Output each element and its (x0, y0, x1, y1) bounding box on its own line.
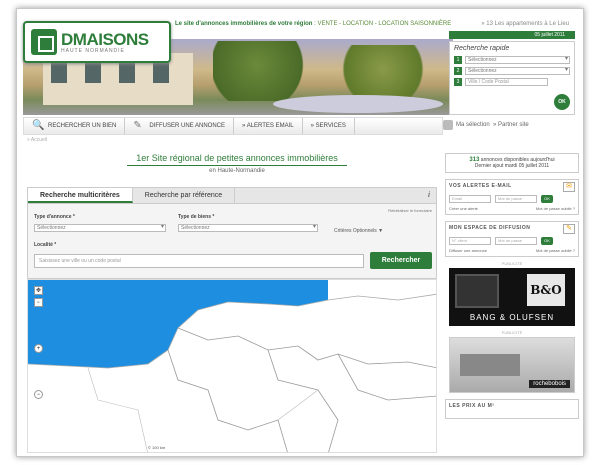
pan-icon[interactable]: ✥ (34, 286, 43, 295)
zoom-in-button[interactable]: + (34, 344, 43, 353)
quick-search-box: Recherche rapide 1 Sélectionnez 2 Sélect… (449, 41, 575, 115)
site-tagline: Le site d'annonces immobilières de votre… (175, 21, 452, 27)
page-frame: DMAISONS HAUTE NORMANDIE Le site d'annon… (16, 8, 584, 457)
breadcrumb[interactable]: » Accueil (27, 137, 47, 143)
quick-search-title: Recherche rapide (454, 45, 510, 52)
post-ad-link[interactable]: Diffuser une annonce (449, 248, 487, 253)
diffusion-ok-button[interactable]: OK (541, 237, 553, 245)
email-alerts-box: VOS ALERTES E-MAIL ✉ Email Mot de passe … (445, 179, 579, 215)
sofa-image (460, 354, 520, 376)
zoom-out-button[interactable]: − (34, 390, 43, 399)
search-panel: Recherche multicritères Recherche par ré… (27, 187, 437, 279)
optional-criteria-toggle[interactable]: Critères Optionnels ▼ (334, 228, 383, 234)
folder-icon (443, 120, 453, 130)
tab-reference[interactable]: Recherche par référence (133, 188, 236, 203)
logo-name: DMAISONS (61, 29, 149, 49)
alerts-email-input[interactable]: Email (449, 195, 491, 203)
type-annonce-select[interactable]: Sélectionnez (34, 224, 166, 232)
type-annonce-label: Type d'annonce * (34, 214, 75, 220)
quick-property-select[interactable]: Sélectionnez (465, 67, 570, 75)
search-house-icon: 🔍 (32, 120, 45, 131)
rochebobois-logo: rochebobois (529, 380, 570, 388)
logo-mark (31, 29, 57, 55)
headline-title: Site régional de petites annonces immobi… (151, 153, 338, 163)
site-logo[interactable]: DMAISONS HAUTE NORMANDIE (23, 21, 171, 63)
main-nav: 🔍 RECHERCHER UN BIEN ✎ DIFFUSER UNE ANNO… (23, 117, 443, 135)
tv-image (455, 274, 499, 308)
ad-label: PUBLICITÉ (501, 330, 523, 335)
alerts-title: VOS ALERTES E-MAIL (449, 183, 512, 189)
diffusion-space-box: MON ESPACE DE DIFFUSION ✎ N° client Mot … (445, 221, 579, 257)
search-button[interactable]: Rechercher (370, 252, 432, 269)
sea-area (28, 280, 328, 368)
info-icon[interactable]: i (422, 188, 436, 203)
quick-ok-button[interactable]: OK (554, 94, 570, 110)
bang-olufsen-ad[interactable]: B&O BANG & OLUFSEN (449, 268, 575, 326)
listings-count-box: 313 annonces disponibles aujourd'hui Der… (445, 153, 579, 173)
step-number: 1 (454, 56, 462, 64)
map-scale: © 100 km (148, 445, 166, 450)
localite-input[interactable]: Saisissez une ville ou un code postal (34, 254, 364, 268)
ad-brand-text: BANG & OLUFSEN (469, 313, 555, 322)
diffusion-title: MON ESPACE DE DIFFUSION (449, 225, 531, 231)
nav-post-ad-label: DIFFUSER UNE ANNONCE (149, 123, 226, 129)
create-alert-link[interactable]: Créer une alerte (449, 206, 478, 211)
diffusion-forgot-password-link[interactable]: Mot de passe oublié ? (536, 248, 575, 253)
page-headline: 1er Site régional de petites annonces im… (117, 153, 357, 174)
nav-services-label: » SERVICES (310, 123, 346, 129)
diffusion-password-input[interactable]: Mot de passe (495, 237, 537, 245)
partner-link[interactable]: » Partner site (493, 122, 529, 128)
nav-search[interactable]: 🔍 RECHERCHER UN BIEN (24, 118, 126, 134)
alerts-ok-button[interactable]: OK (541, 195, 553, 203)
alerts-forgot-password-link[interactable]: Mot de passe oublié ? (536, 206, 575, 211)
headline-prefix: 1er (136, 153, 152, 163)
my-selection-link[interactable]: Ma sélection » Partner site (443, 120, 529, 130)
price-per-m2-box: LES PRIX AU M² (445, 399, 579, 419)
alerts-password-input[interactable]: Mot de passe (495, 195, 537, 203)
tab-multicriteria[interactable]: Recherche multicritères (28, 188, 133, 203)
step-number: 3 (454, 78, 462, 86)
quick-city-input[interactable]: Ville / Code Postal (465, 78, 548, 86)
nav-search-label: RECHERCHER UN BIEN (48, 123, 117, 129)
pencil-icon: ✎ (133, 120, 142, 131)
price-title: LES PRIX AU M² (449, 403, 495, 409)
last-update: Dernier ajout mardi 05 juillet 2011 (474, 163, 550, 169)
top-link[interactable]: » 13 Les appartements à Le Lieu (481, 21, 569, 27)
right-sidebar: 313 annonces disponibles aujourd'hui Der… (445, 153, 579, 419)
quick-type-select[interactable]: Sélectionnez (465, 56, 570, 64)
type-bien-select[interactable]: Sélectionnez (178, 224, 318, 232)
localite-label: Localité * (34, 242, 57, 248)
type-bien-label: Type de biens * (178, 214, 215, 220)
step-number: 2 (454, 67, 462, 75)
reset-form-link[interactable]: Réinitialiser le formulaire (388, 208, 432, 213)
edit-icon: ✎ (563, 224, 575, 234)
diffusion-id-input[interactable]: N° client (449, 237, 491, 245)
nav-alerts[interactable]: » ALERTES EMAIL (234, 118, 303, 134)
ad-label: PUBLICITÉ (501, 261, 523, 266)
nav-services[interactable]: » SERVICES (303, 118, 355, 134)
nav-alerts-label: » ALERTES EMAIL (242, 123, 294, 129)
nav-post-ad[interactable]: ✎ DIFFUSER UNE ANNONCE (125, 118, 235, 134)
date-bar: 05 juillet 2011 (449, 31, 575, 39)
fullscreen-icon[interactable]: ▫ (34, 298, 43, 307)
bo-logo: B&O (527, 274, 565, 306)
headline-subtitle: en Haute-Normandie (209, 168, 265, 174)
rochebobois-ad[interactable]: rochebobois (449, 337, 575, 393)
mail-icon: ✉ (563, 182, 575, 192)
region-map[interactable]: ✥ ▫ + − © 100 km (27, 279, 437, 453)
